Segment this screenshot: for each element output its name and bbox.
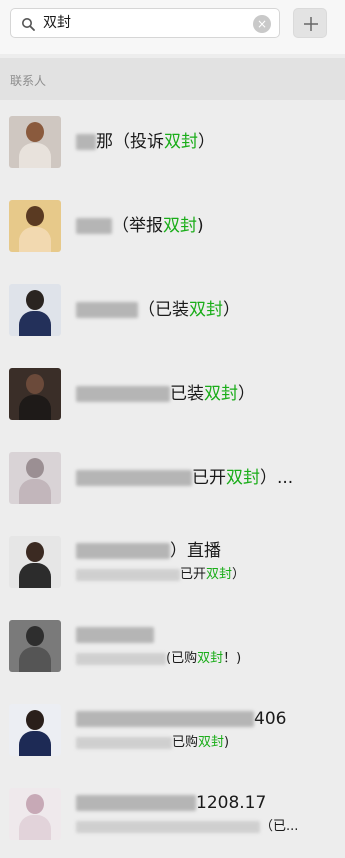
search-icon xyxy=(22,18,35,31)
top-bar: 双封 × xyxy=(0,0,345,54)
contact-name: 1208.17 xyxy=(76,792,266,814)
avatar xyxy=(9,620,61,672)
clear-icon[interactable]: × xyxy=(253,15,271,33)
contact-name: 已装双封） xyxy=(76,383,255,405)
contact-row[interactable]: 1208.17 （已... xyxy=(0,772,345,856)
contact-name-end: ）... xyxy=(260,468,294,488)
avatar xyxy=(9,704,61,756)
redacted-text xyxy=(76,652,166,665)
redacted-text xyxy=(76,627,154,643)
contact-row[interactable]: （已装双封） xyxy=(0,268,345,352)
avatar xyxy=(9,368,61,420)
avatar xyxy=(9,788,61,840)
contact-name: 那（投诉双封） xyxy=(76,131,215,153)
search-highlight: 双封 xyxy=(226,468,260,488)
subtitle-text-end: ) xyxy=(224,735,230,750)
redacted-text xyxy=(76,218,112,234)
redacted-text xyxy=(76,134,96,150)
contact-name-text: 406 xyxy=(254,709,287,729)
contact-name-text: （举报 xyxy=(112,216,163,236)
subtitle-text: 已购 xyxy=(172,735,199,750)
contact-subtitle: 已开双封） xyxy=(76,566,245,584)
subtitle-text: （已... xyxy=(260,819,299,834)
redacted-text xyxy=(76,736,172,749)
avatar xyxy=(9,116,61,168)
contact-name: 406 xyxy=(76,708,286,730)
section-title: 联系人 xyxy=(10,74,47,88)
plus-icon xyxy=(304,17,318,31)
contact-name-text: 1208.17 xyxy=(196,793,267,813)
search-input[interactable]: 双封 xyxy=(43,14,71,32)
contact-name-end: ） xyxy=(223,300,240,320)
subtitle-text: (已购 xyxy=(166,651,198,666)
search-highlight: 双封 xyxy=(206,567,233,582)
avatar xyxy=(9,200,61,252)
contact-list: 那（投诉双封） （举报双封) （已装双封） 已装双封） 已开双封）... ）直播 已开双封）… xyxy=(0,100,345,856)
contact-name-end: ） xyxy=(238,384,255,404)
search-field[interactable]: 双封 × xyxy=(10,8,280,38)
subtitle-text-end: ） xyxy=(232,567,246,582)
search-highlight: 双封 xyxy=(163,216,197,236)
search-highlight: 双封 xyxy=(197,651,224,666)
redacted-text xyxy=(76,386,170,402)
redacted-text xyxy=(76,711,254,727)
contact-row[interactable]: （举报双封) xyxy=(0,184,345,268)
contact-name-end: ） xyxy=(198,132,215,152)
avatar xyxy=(9,536,61,588)
subtitle-text: 已开 xyxy=(180,567,207,582)
contact-row[interactable]: 已开双封）... xyxy=(0,436,345,520)
redacted-text xyxy=(76,568,180,581)
subtitle-text-end: ！) xyxy=(223,651,242,666)
contact-name-text: （已装 xyxy=(138,300,189,320)
search-highlight: 双封 xyxy=(189,300,223,320)
avatar xyxy=(9,452,61,504)
redacted-text xyxy=(76,820,260,833)
contact-name: ）直播 xyxy=(76,540,221,562)
redacted-text xyxy=(76,302,138,318)
contact-row[interactable]: 406 已购双封) xyxy=(0,688,345,772)
add-button[interactable] xyxy=(293,8,327,38)
contact-name-text: 那（投诉 xyxy=(96,132,164,152)
redacted-text xyxy=(76,543,170,559)
search-highlight: 双封 xyxy=(164,132,198,152)
contact-subtitle: (已购双封！) xyxy=(76,650,241,668)
contact-name: 已开双封）... xyxy=(76,467,293,489)
contact-name-end: ) xyxy=(197,216,204,236)
section-header-contacts: 联系人 xyxy=(0,58,345,100)
contact-name-text: 已开 xyxy=(192,468,226,488)
search-highlight: 双封 xyxy=(198,735,225,750)
contact-subtitle: 已购双封) xyxy=(76,734,229,752)
contact-name xyxy=(76,624,154,646)
contact-row[interactable]: ）直播已开双封） xyxy=(0,520,345,604)
contact-name: （举报双封) xyxy=(76,215,204,237)
contact-row[interactable]: 已装双封） xyxy=(0,352,345,436)
contact-row[interactable]: 那（投诉双封） xyxy=(0,100,345,184)
redacted-text xyxy=(76,470,192,486)
avatar xyxy=(9,284,61,336)
search-highlight: 双封 xyxy=(204,384,238,404)
contact-name-text: ）直播 xyxy=(170,541,221,561)
contact-subtitle: （已... xyxy=(76,818,298,836)
contact-name-text: 已装 xyxy=(170,384,204,404)
contact-row[interactable]: (已购双封！) xyxy=(0,604,345,688)
contact-name: （已装双封） xyxy=(76,299,240,321)
redacted-text xyxy=(76,795,196,811)
